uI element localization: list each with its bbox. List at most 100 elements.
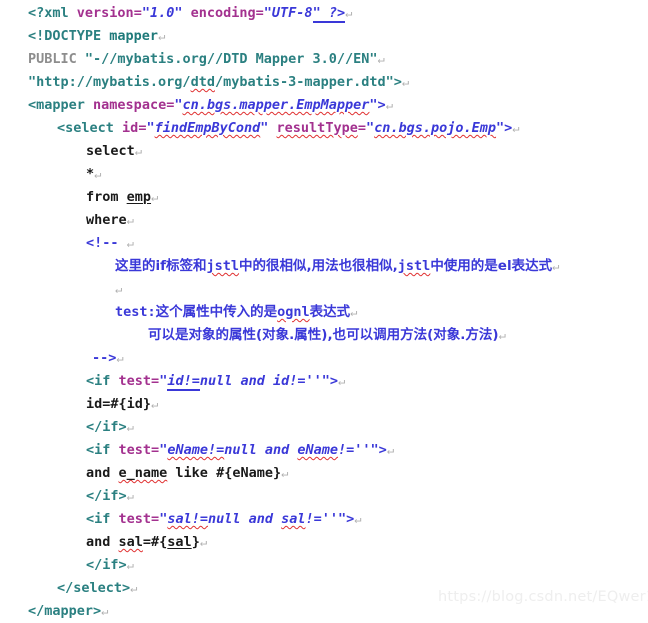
code-token: =#{ — [142, 534, 168, 550]
code-token: = — [357, 120, 366, 136]
code-token: sal!= — [167, 511, 208, 527]
code-line[interactable]: from emp↵ — [0, 186, 158, 209]
code-editor-canvas[interactable]: <?xml version="1.0" encoding="UTF-8" ?>↵… — [0, 0, 648, 619]
code-token: from — [86, 189, 127, 205]
code-token: "-//mybatis.org//DTD Mapper 3.0//EN" — [84, 51, 378, 67]
code-line[interactable]: 可以是对象的属性(对象.属性),也可以调用方法(对象.方法)↵ — [0, 324, 506, 347]
code-token: namespace — [93, 97, 167, 113]
code-line[interactable]: and sal=#{sal}↵ — [0, 531, 207, 554]
code-line[interactable]: select↵ — [0, 140, 142, 163]
code-token: /mybatis-3-mapper.dtd"> — [214, 74, 402, 90]
code-token: "UTF-8 — [263, 5, 313, 21]
paragraph-mark-icon: ↵ — [115, 282, 123, 296]
paragraph-mark-icon: ↵ — [377, 52, 385, 66]
code-line[interactable]: <!DOCTYPE mapper↵ — [0, 25, 165, 48]
code-token: test — [118, 511, 152, 527]
paragraph-mark-icon: ↵ — [498, 328, 506, 342]
paragraph-mark-icon: ↵ — [281, 466, 289, 480]
paragraph-mark-icon: ↵ — [126, 489, 134, 503]
code-line[interactable]: test:这个属性中传入的是ognl表达式↵ — [0, 301, 357, 324]
code-token: emp — [126, 189, 152, 205]
code-token: <!-- — [86, 235, 127, 251]
code-token: !=''"> — [305, 511, 355, 527]
code-token: !=''"> — [338, 442, 387, 458]
paragraph-mark-icon: ↵ — [158, 29, 166, 43]
code-token: and — [86, 465, 119, 481]
code-line[interactable]: ↵ — [0, 278, 122, 301]
code-token: dtd — [190, 74, 215, 90]
code-line[interactable]: 这里的if标签和jstl中的很相似,用法也很相似,jstl中使用的是el表达式↵ — [0, 255, 559, 278]
code-line[interactable]: "http://mybatis.org/dtd/mybatis-3-mapper… — [0, 71, 409, 94]
code-token: </mapper> — [28, 603, 102, 619]
code-token: = — [133, 5, 142, 21]
paragraph-mark-icon: ↵ — [126, 213, 134, 227]
code-token: sal — [167, 534, 192, 550]
paragraph-mark-icon: ↵ — [151, 397, 159, 411]
code-line[interactable]: where↵ — [0, 209, 134, 232]
paragraph-mark-icon: ↵ — [338, 374, 346, 388]
paragraph-mark-icon: ↵ — [134, 144, 143, 158]
code-token: = — [151, 442, 160, 458]
code-line[interactable]: <if test="eName!=null and eName!=''">↵ — [0, 439, 394, 462]
code-line[interactable]: *↵ — [0, 163, 101, 186]
code-token: "> — [369, 97, 386, 113]
code-token: 这里的if标签和 — [115, 258, 207, 274]
code-line[interactable]: </if>↵ — [0, 485, 134, 508]
paragraph-mark-icon: ↵ — [199, 535, 208, 549]
code-line[interactable]: <?xml version="1.0" encoding="UTF-8" ?>↵ — [0, 2, 352, 25]
paragraph-mark-icon: ↵ — [126, 558, 134, 572]
code-token: 这个属性中传入的是 — [155, 304, 278, 320]
code-token: 中的很相似,用法也很相似, — [239, 258, 398, 274]
code-token: findEmpByCond — [154, 120, 261, 136]
paragraph-mark-icon: ↵ — [350, 305, 358, 319]
code-token: </if> — [86, 557, 127, 573]
code-line[interactable]: <mapper namespace="cn.bgs.mapper.EmpMapp… — [0, 94, 393, 117]
code-token: </if> — [86, 488, 127, 504]
code-token: = — [151, 511, 160, 527]
code-token: id!= — [167, 373, 200, 391]
paragraph-mark-icon: ↵ — [354, 512, 362, 526]
code-line[interactable]: -->↵ — [0, 347, 124, 370]
code-line[interactable]: </mapper>↵ — [0, 600, 108, 623]
code-line[interactable]: <if test="sal!=null and sal!=''">↵ — [0, 508, 362, 531]
code-line[interactable]: id=#{id}↵ — [0, 393, 158, 416]
paragraph-mark-icon: ↵ — [385, 98, 393, 112]
code-line[interactable]: <select id="findEmpByCond" resultType="c… — [0, 117, 520, 140]
code-token: </select> — [57, 580, 131, 596]
code-token: "1.0" — [141, 5, 183, 21]
code-line[interactable]: </select>↵ — [0, 577, 137, 600]
paragraph-mark-icon: ↵ — [386, 443, 395, 457]
code-token: --> — [92, 350, 117, 366]
code-line[interactable]: <if test="id!=null and id!=''">↵ — [0, 370, 345, 393]
code-token: <if — [86, 511, 111, 527]
code-line[interactable]: </if>↵ — [0, 416, 134, 439]
paragraph-mark-icon: ↵ — [151, 190, 159, 204]
code-token: test — [118, 442, 152, 458]
code-token: <select — [57, 120, 114, 136]
code-token: <?xml — [28, 5, 77, 21]
code-line[interactable]: </if>↵ — [0, 554, 134, 577]
code-token: = — [255, 5, 264, 21]
code-token: " — [146, 120, 155, 136]
code-token: jstl — [206, 258, 240, 274]
paragraph-mark-icon: ↵ — [552, 259, 560, 273]
code-token: <if — [86, 442, 111, 458]
code-line[interactable]: and e_name like #{eName}↵ — [0, 462, 288, 485]
code-token: encoding — [190, 5, 256, 21]
code-token: ognl — [277, 304, 310, 320]
paragraph-mark-icon: ↵ — [101, 604, 109, 618]
code-token: " — [365, 120, 375, 136]
paragraph-mark-icon: ↵ — [126, 236, 134, 250]
paragraph-mark-icon: ↵ — [345, 6, 353, 20]
code-token: </if> — [86, 419, 127, 435]
code-token: like #{eName} — [167, 465, 282, 481]
code-line[interactable]: PUBLIC "-//mybatis.org//DTD Mapper 3.0//… — [0, 48, 385, 71]
code-token: cn.bgs.mapper.EmpMapper — [182, 97, 370, 113]
code-token: 可以是对象的属性(对象.属性),也可以调用方法(对象.方法) — [148, 327, 499, 343]
code-line[interactable]: <!-- ↵ — [0, 232, 134, 255]
code-token: " ?> — [312, 5, 346, 23]
code-token: "> — [496, 120, 513, 136]
